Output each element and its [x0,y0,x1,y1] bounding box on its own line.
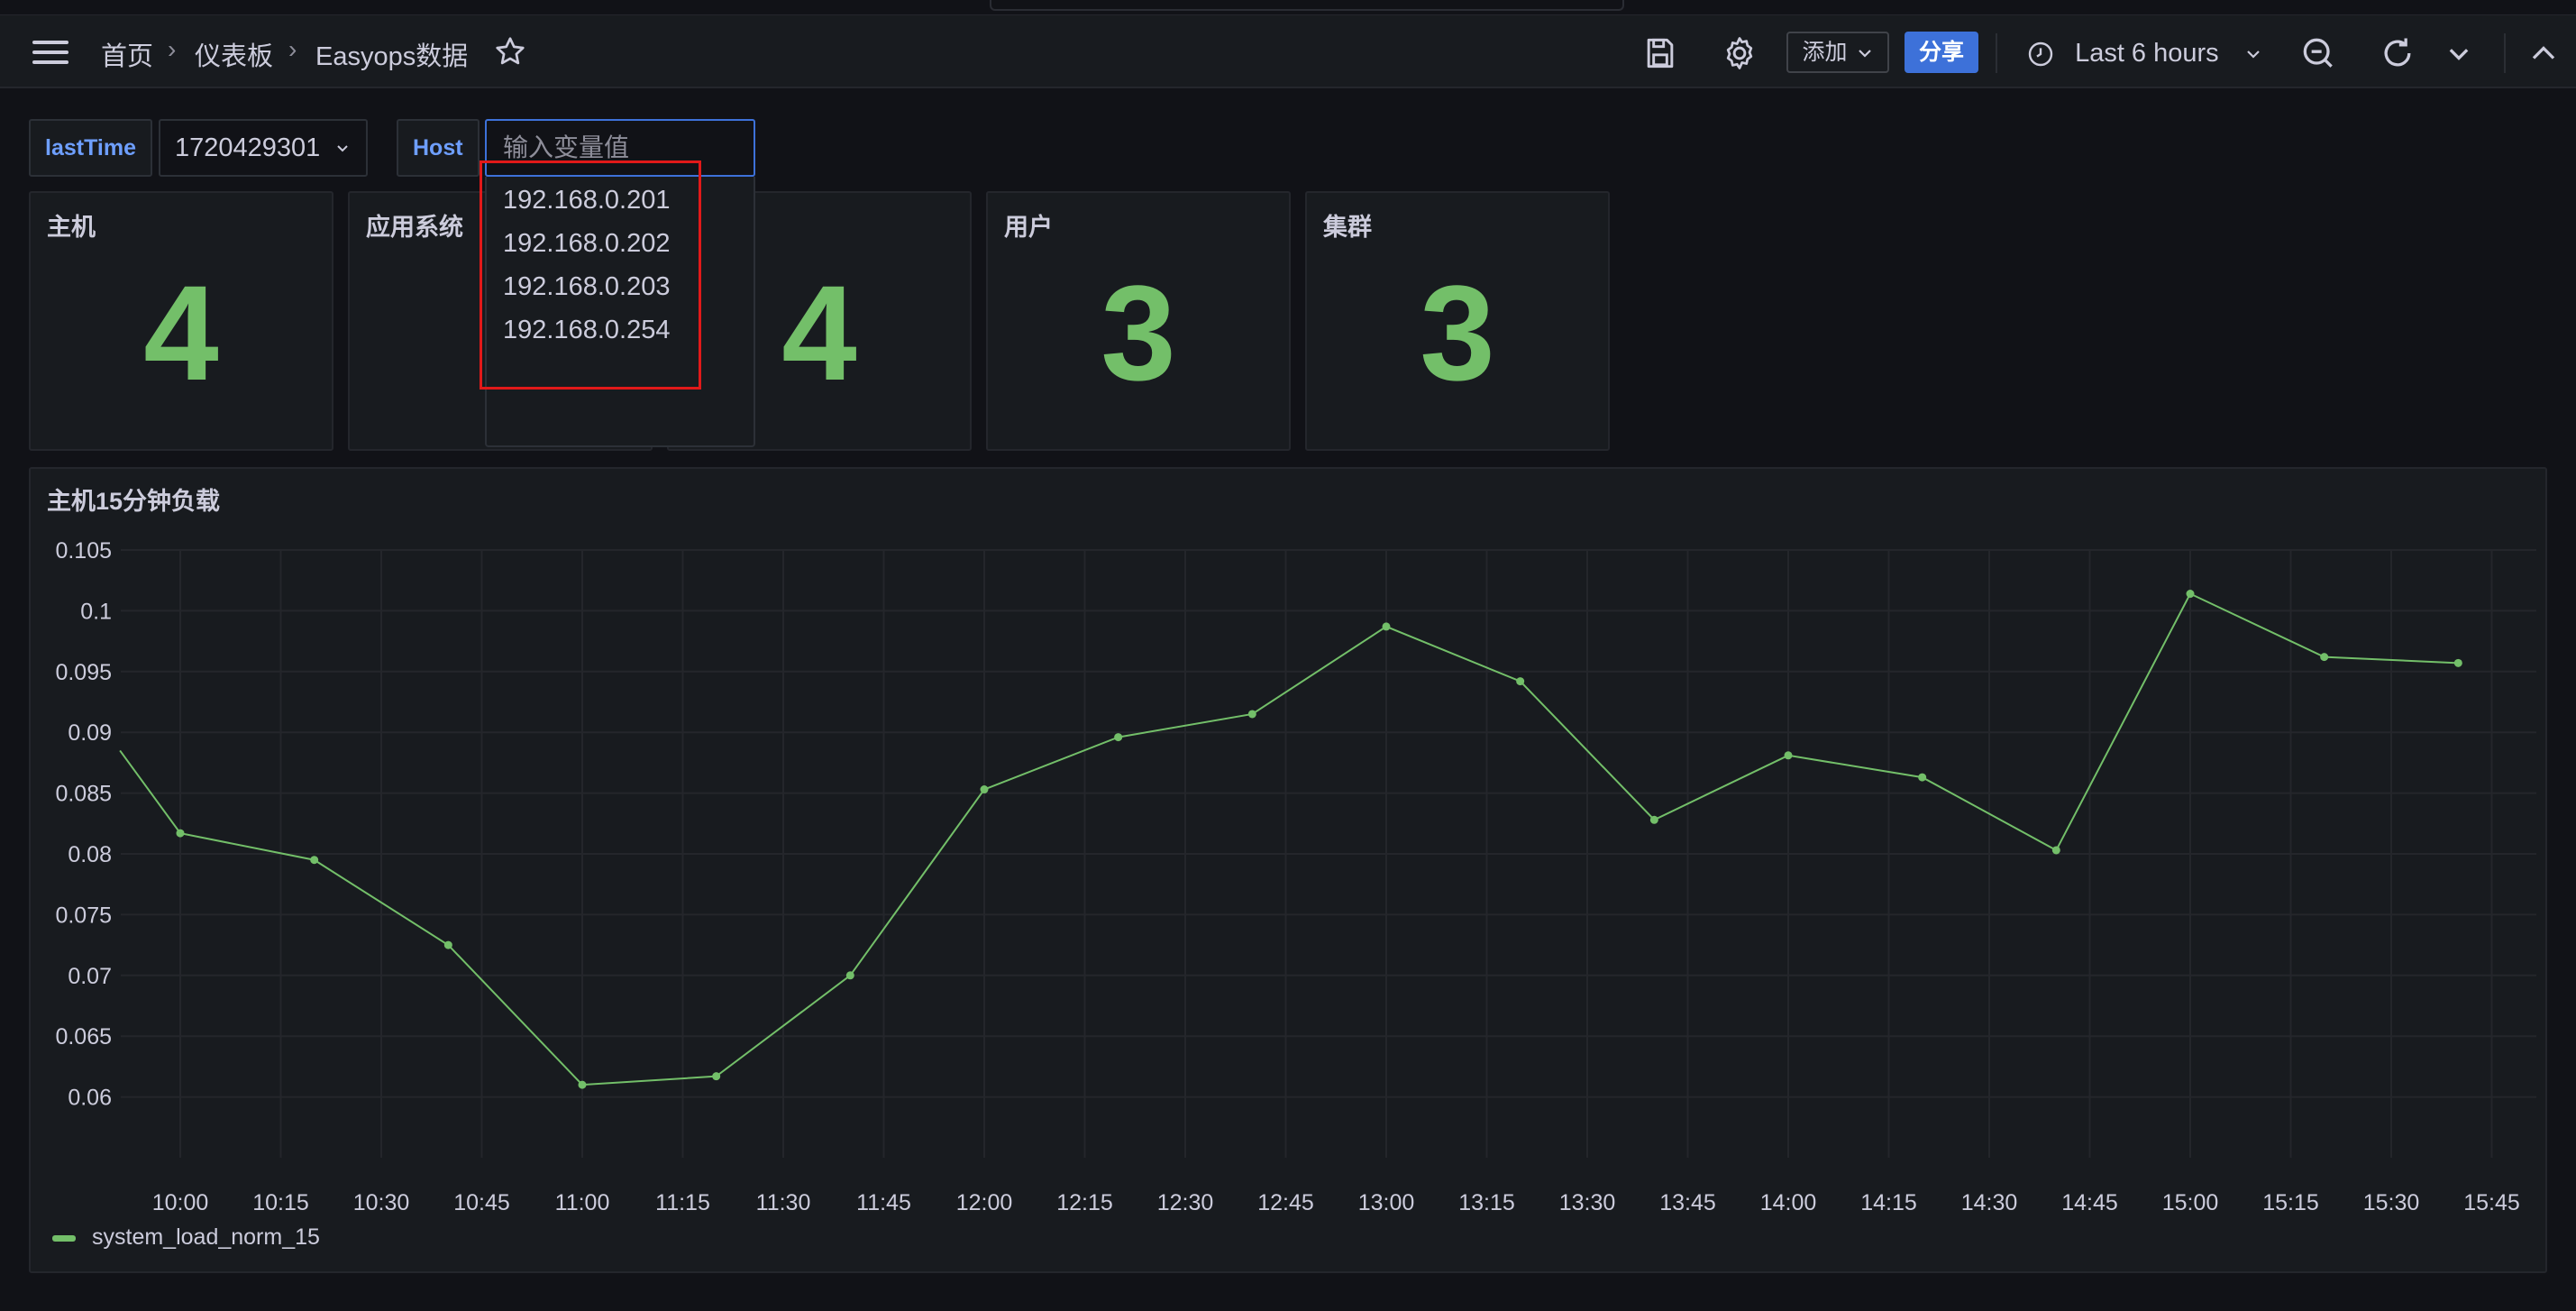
toolbar-divider [2504,33,2506,73]
chevron-down-icon [337,145,349,152]
star-icon[interactable] [494,35,526,68]
stat-value: 3 [1420,257,1495,408]
stat-panel-users: 用户 3 [986,191,1291,451]
collapse-chevron-up-icon[interactable] [2524,33,2563,73]
annotation-highlight-box [480,160,701,390]
refresh-icon[interactable] [2378,33,2417,73]
time-range-picker[interactable]: Last 6 hours [2026,33,2262,73]
stat-value: 3 [1101,257,1176,408]
window-top-strip [0,0,2576,14]
panel-title: 用户 [1004,214,1053,241]
variable-label-host: Host [397,119,480,177]
legend-item[interactable]: system_load_norm_15 [92,1224,320,1251]
legend-swatch [52,1235,76,1242]
breadcrumb-separator: › [168,35,177,63]
zoom-out-icon[interactable] [2298,33,2338,73]
refresh-interval-chevron-icon[interactable] [2439,33,2479,73]
breadcrumb-separator: › [288,35,297,63]
chevron-down-icon [2246,50,2260,59]
toolbar-divider [1996,33,1997,73]
lasttime-select[interactable]: 1720429301 [159,119,368,177]
clock-icon [2028,42,2053,67]
chart-title: 主机15分钟负载 [47,488,221,515]
lasttime-value: 1720429301 [175,133,321,162]
panel-title: 应用系统 [366,214,463,241]
menu-icon[interactable] [32,41,69,66]
add-button[interactable]: 添加 [1786,32,1889,73]
search-box[interactable] [990,0,1624,11]
stat-panel-clusters: 集群 3 [1305,191,1610,451]
save-icon[interactable] [1640,33,1680,73]
add-button-label: 添加 [1802,40,1848,65]
panel-title: 主机 [47,214,96,241]
stat-panel-hosts: 主机 4 [29,191,333,451]
time-range-label: Last 6 hours [2075,39,2219,68]
gear-icon[interactable] [1720,33,1759,73]
chevron-down-icon [1859,50,1872,58]
breadcrumb-dashboards[interactable]: 仪表板 [195,35,273,73]
variable-label-lasttime: lastTime [29,119,152,177]
load-chart-panel: 主机15分钟负载 [29,467,2547,1273]
breadcrumb-current: Easyops数据 [315,42,469,71]
share-button[interactable]: 分享 [1905,32,1978,73]
breadcrumb-home[interactable]: 首页 [101,35,153,73]
panel-title: 集群 [1323,214,1372,241]
top-navbar: 首页 › 仪表板 › Easyops数据 添加 分享 Last 6 hours [0,14,2576,88]
stat-value: 4 [143,257,219,408]
